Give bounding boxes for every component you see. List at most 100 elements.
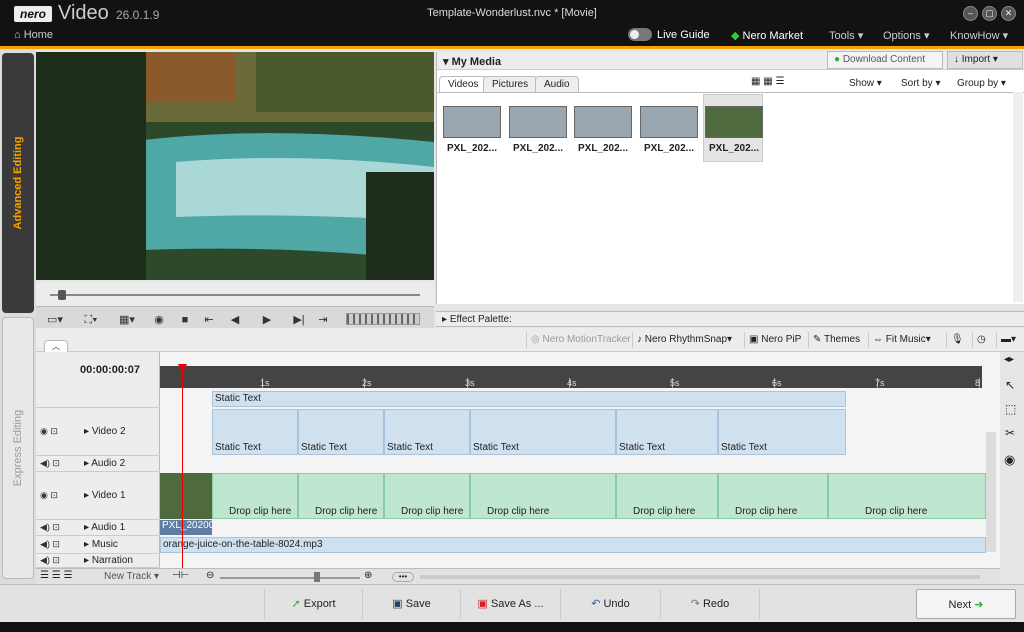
media-scrollbar[interactable]: [1013, 92, 1023, 302]
media-thumb-4[interactable]: [640, 106, 698, 138]
clock-icon[interactable]: ◷: [972, 332, 990, 348]
track-header-video1[interactable]: ◉ ⊡ ▸ Video 1: [36, 472, 160, 520]
mark-in-icon[interactable]: ⇤: [200, 311, 218, 329]
minimize-button[interactable]: –: [963, 6, 978, 21]
video2-clip[interactable]: Static Text: [298, 409, 384, 455]
track-header-music[interactable]: ◀) ⊡ ▸ Music: [36, 536, 160, 554]
tab-videos[interactable]: Videos: [439, 76, 488, 93]
timeline-vscroll[interactable]: [986, 432, 996, 552]
microphone-icon[interactable]: 🎙: [946, 332, 968, 348]
speaker-icon[interactable]: ◀) ⊡: [40, 539, 60, 550]
knowhow-menu[interactable]: KnowHow ▾: [950, 29, 1008, 42]
drop-zone[interactable]: Drop clip here: [616, 473, 718, 519]
select-tool-icon[interactable]: ⬚: [1005, 402, 1016, 416]
themes-button[interactable]: ✎ Themes: [808, 332, 864, 348]
motiontracker-button[interactable]: ◎ Nero MotionTracker: [526, 332, 635, 348]
drop-zone[interactable]: Drop clip here: [298, 473, 384, 519]
show-menu[interactable]: Show ▾: [849, 78, 882, 89]
drop-zone[interactable]: Drop clip here: [828, 473, 986, 519]
video2-clip[interactable]: Static Text: [616, 409, 718, 455]
zoom-slider[interactable]: [220, 577, 360, 579]
speaker-icon[interactable]: ◀) ⊡: [40, 555, 60, 566]
tab-audio[interactable]: Audio: [535, 76, 579, 93]
speaker-icon[interactable]: ◀) ⊡: [40, 458, 60, 469]
home-link[interactable]: ⌂ Home: [14, 29, 53, 41]
options-menu[interactable]: Options ▾: [883, 29, 930, 42]
media-thumb-1[interactable]: [443, 106, 501, 138]
drop-zone[interactable]: Drop clip here: [718, 473, 828, 519]
mark-out-icon[interactable]: ⇥: [314, 311, 332, 329]
preview-seekbar[interactable]: [36, 282, 434, 308]
previous-frame-icon[interactable]: ◀: [226, 311, 244, 329]
video1-first-clip[interactable]: [160, 473, 212, 519]
tab-advanced-editing[interactable]: Advanced Editing: [2, 53, 34, 313]
stop-icon[interactable]: ■: [176, 311, 194, 329]
timeline-hscroll[interactable]: [420, 575, 980, 579]
video-preview[interactable]: [36, 52, 434, 280]
close-button[interactable]: ✕: [1001, 6, 1016, 21]
collapse-icon[interactable]: ︿: [44, 340, 68, 352]
sortby-menu[interactable]: Sort by ▾: [901, 78, 941, 89]
fit-timeline-icon[interactable]: ⊣⊢: [172, 570, 189, 581]
static-text-clip[interactable]: Static Text: [212, 391, 846, 407]
visibility-icon[interactable]: ◉ ⊡: [40, 426, 58, 437]
video2-clip[interactable]: Static Text: [212, 409, 298, 455]
drop-zone[interactable]: Drop clip here: [470, 473, 616, 519]
maximize-button[interactable]: ▢: [982, 6, 997, 21]
pointer-tool-icon[interactable]: ↖: [1005, 378, 1015, 392]
audio1-clip[interactable]: PXL_20200: [160, 520, 212, 535]
rhythmsnap-button[interactable]: ♪ Nero RhythmSnap▾: [632, 332, 736, 348]
live-guide-toggle[interactable]: [628, 28, 652, 41]
track-header-audio1[interactable]: ◀) ⊡ ▸ Audio 1: [36, 520, 160, 536]
video2-clip[interactable]: Static Text: [718, 409, 846, 455]
video2-clip[interactable]: Static Text: [470, 409, 616, 455]
pip-button[interactable]: ▣ Nero PiP: [744, 332, 805, 348]
download-content-button[interactable]: ● Download Content: [827, 51, 943, 69]
layout-icon[interactable]: ▦▾: [114, 311, 140, 329]
new-track-menu[interactable]: New Track ▾: [104, 571, 159, 582]
save-button[interactable]: ▣ Save: [362, 589, 460, 619]
undo-button[interactable]: ↶ Undo: [560, 589, 660, 619]
music-clip[interactable]: orange-juice-on-the-table-8024.mp3: [160, 537, 986, 553]
track-header-video2[interactable]: ◉ ⊡ ▸ Video 2: [36, 408, 160, 456]
scissors-icon[interactable]: ✂: [1005, 426, 1015, 440]
more-icon[interactable]: •••: [392, 572, 414, 582]
playhead[interactable]: [182, 366, 183, 568]
export-button[interactable]: ➚ Export: [264, 589, 362, 619]
speaker-icon[interactable]: ◀) ⊡: [40, 522, 60, 533]
live-guide-label[interactable]: Live Guide: [657, 29, 710, 41]
zoom-in-icon[interactable]: ⊕: [364, 570, 372, 581]
media-thumb-5[interactable]: [705, 106, 763, 138]
save-as-button[interactable]: ▣ Save As ...: [460, 589, 560, 619]
drop-zone[interactable]: Drop clip here: [384, 473, 470, 519]
seek-handle[interactable]: [58, 290, 66, 300]
track-header-audio2[interactable]: ◀) ⊡ ▸ Audio 2: [36, 456, 160, 472]
zoom-out-icon[interactable]: ⊖: [206, 570, 214, 581]
settings-icon[interactable]: ▬▾: [996, 332, 1020, 348]
time-ruler[interactable]: 1s 2s 3s 4s 5s 6s 7s 8: [160, 366, 982, 388]
view-mode-icons[interactable]: ▦ ▦ ☰: [751, 76, 784, 87]
fullscreen-icon[interactable]: ⛶▾: [78, 311, 104, 329]
track-header-narration[interactable]: ◀) ⊡ ▸ Narration: [36, 554, 160, 568]
next-frame-icon[interactable]: ▶|: [290, 311, 308, 329]
tab-pictures[interactable]: Pictures: [483, 76, 538, 93]
next-button[interactable]: Next ➜: [916, 589, 1016, 619]
tools-menu[interactable]: Tools ▾: [829, 29, 863, 42]
zoom-slider-handle[interactable]: [314, 572, 320, 582]
jog-shuttle[interactable]: [346, 313, 420, 325]
fitmusic-button[interactable]: ⇔ Fit Music▾: [868, 332, 935, 348]
tab-express-editing[interactable]: Express Editing: [2, 317, 34, 579]
play-icon[interactable]: ▶: [258, 311, 276, 329]
ripple-tool-icon[interactable]: ◉: [1004, 452, 1015, 468]
media-thumb-2[interactable]: [509, 106, 567, 138]
nero-market-link[interactable]: ◆ Nero Market: [731, 29, 803, 42]
media-thumb-3[interactable]: [574, 106, 632, 138]
video2-clip[interactable]: Static Text: [384, 409, 470, 455]
groupby-menu[interactable]: Group by ▾: [957, 78, 1006, 89]
track-height-icons[interactable]: ☰ ☰ ☰: [40, 570, 72, 581]
snapshot-icon[interactable]: ◉: [150, 311, 168, 329]
redo-button[interactable]: ↷ Redo: [660, 589, 760, 619]
drop-zone[interactable]: Drop clip here: [212, 473, 298, 519]
scroll-left-icon[interactable]: ◂▸: [1004, 354, 1014, 365]
visibility-icon[interactable]: ◉ ⊡: [40, 490, 58, 501]
